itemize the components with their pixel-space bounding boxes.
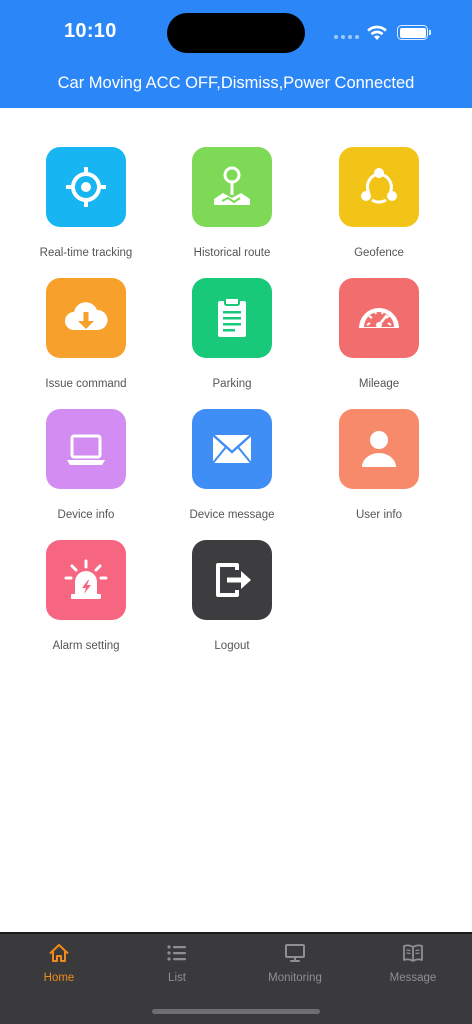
- menu-icon-box[interactable]: [46, 278, 126, 358]
- menu-item-alarm-setting[interactable]: Alarm setting: [13, 501, 159, 652]
- menu-item-user-info[interactable]: User info: [306, 370, 452, 521]
- menu-icon-box[interactable]: [339, 409, 419, 489]
- crosshair-icon: [66, 167, 106, 207]
- menu-item-label: User info: [355, 509, 403, 521]
- speedometer-icon: [359, 308, 399, 331]
- tab-message[interactable]: Message: [354, 934, 472, 994]
- list-icon: [167, 945, 186, 961]
- menu-icon-box[interactable]: [192, 409, 272, 489]
- menu-icon-box[interactable]: [339, 278, 419, 358]
- menu-icon-box[interactable]: [192, 147, 272, 227]
- cloud-download-icon: [65, 302, 108, 330]
- tab-label: Message: [389, 972, 437, 984]
- envelope-icon: [212, 434, 252, 464]
- logout-icon: [216, 563, 251, 597]
- menu-item-mileage[interactable]: Mileage: [306, 239, 452, 390]
- clipboard-icon: [218, 297, 246, 337]
- menu-item-logout[interactable]: Logout: [159, 501, 305, 652]
- menu-icon-box[interactable]: [339, 147, 419, 227]
- menu-icon-box[interactable]: [46, 409, 126, 489]
- tab-label: List: [168, 972, 186, 984]
- menu-item-device-info[interactable]: Device info: [13, 370, 159, 521]
- tab-home[interactable]: Home: [0, 934, 118, 994]
- menu-item-label: Logout: [214, 640, 250, 652]
- tab-label: Monitoring: [268, 972, 322, 984]
- menu-item-device-message[interactable]: Device message: [159, 370, 305, 521]
- menu-item-historical-route[interactable]: Historical route: [159, 108, 305, 259]
- menu-item-issue-command[interactable]: Issue command: [13, 239, 159, 390]
- menu-item-label: Alarm setting: [52, 640, 120, 652]
- vehicle-status-title: Car Moving ACC OFF,Dismiss,Power Connect…: [57, 74, 415, 92]
- home-indicator[interactable]: [152, 1009, 320, 1014]
- home-icon: [49, 944, 69, 962]
- menu-icon-box[interactable]: [192, 278, 272, 358]
- menu-icon-box[interactable]: [46, 540, 126, 620]
- wifi-icon: [367, 25, 387, 40]
- menu-item-realtime-tracking[interactable]: Real-time tracking: [13, 108, 159, 259]
- monitor-icon: [285, 944, 305, 962]
- menu-item-geofence[interactable]: Geofence: [306, 108, 452, 259]
- cellular-signal-icon: [334, 35, 359, 39]
- battery-icon: [397, 25, 431, 40]
- alarm-light-icon: [64, 559, 108, 599]
- status-time: 10:10: [64, 20, 117, 42]
- menu-item-parking[interactable]: Parking: [159, 239, 305, 390]
- tab-label: Home: [43, 972, 75, 984]
- dynamic-island: [167, 13, 305, 53]
- menu-icon-box[interactable]: [192, 540, 272, 620]
- map-pin-icon: [214, 166, 250, 205]
- top-header: 10:10 Car Moving ACC OFF,Dismiss,Power C…: [0, 0, 472, 108]
- tab-monitoring[interactable]: Monitoring: [236, 934, 354, 994]
- tab-list[interactable]: List: [118, 934, 236, 994]
- laptop-icon: [67, 434, 105, 465]
- menu-icon-box[interactable]: [46, 147, 126, 227]
- book-icon: [403, 944, 423, 962]
- user-icon: [362, 431, 396, 467]
- share-nodes-icon: [361, 168, 397, 204]
